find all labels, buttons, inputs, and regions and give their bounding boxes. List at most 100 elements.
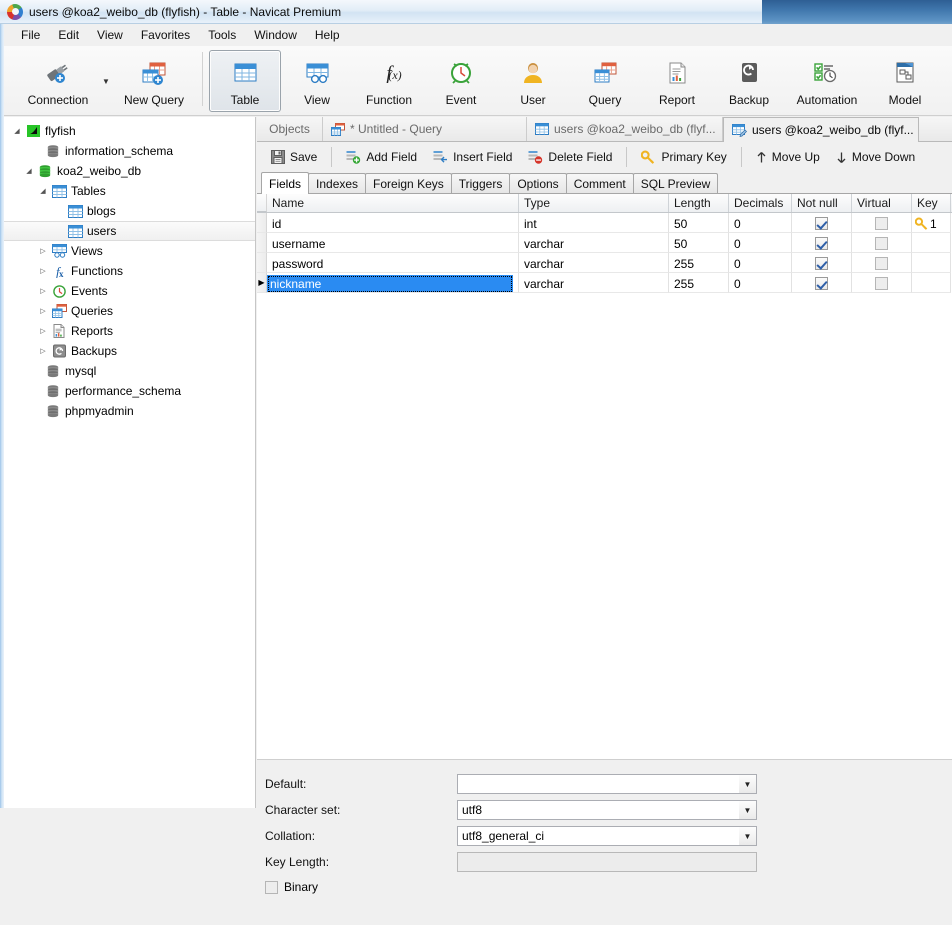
subtab-triggers[interactable]: Triggers [450, 173, 511, 193]
insert-field-button[interactable]: Insert Field [425, 145, 520, 169]
row-selector[interactable] [257, 253, 267, 273]
virtual-checkbox[interactable] [875, 277, 888, 290]
subtab-foreign-keys[interactable]: Foreign Keys [365, 173, 452, 193]
sidebar-item-tables[interactable]: ◢ Tables [4, 181, 255, 201]
toolbar-connection-button[interactable]: Connection [16, 50, 100, 112]
cell-field-decimals[interactable]: 0 [729, 253, 792, 273]
cell-field-not-null[interactable] [792, 273, 852, 293]
chevron-down-icon[interactable]: ▼ [739, 827, 756, 845]
cell-field-name[interactable]: nickname [267, 273, 519, 293]
save-button[interactable]: Save [263, 145, 325, 169]
cell-field-key[interactable] [912, 273, 951, 293]
expander-collapsed-icon[interactable]: ▷ [36, 287, 50, 295]
cell-field-decimals[interactable]: 0 [729, 233, 792, 253]
expander-collapsed-icon[interactable]: ▷ [36, 307, 50, 315]
toolbar-report-button[interactable]: Report [641, 50, 713, 112]
expander-expanded-icon[interactable]: ◢ [22, 167, 36, 175]
expander-collapsed-icon[interactable]: ▷ [36, 267, 50, 275]
toolbar-user-button[interactable]: User [497, 50, 569, 112]
tab-objects[interactable]: Objects [257, 117, 323, 141]
cell-field-length[interactable]: 255 [669, 253, 729, 273]
sidebar-item-functions[interactable]: ▷ f x Functions [4, 261, 255, 281]
menu-file[interactable]: File [12, 26, 49, 45]
cell-field-type[interactable]: int [519, 213, 669, 233]
subtab-sql-preview[interactable]: SQL Preview [632, 173, 719, 193]
delete-field-button[interactable]: Delete Field [520, 145, 620, 169]
column-header-type[interactable]: Type [519, 194, 669, 212]
row-selector[interactable] [257, 213, 267, 233]
expander-expanded-icon[interactable]: ◢ [10, 127, 24, 135]
cell-field-name[interactable]: username [267, 233, 519, 253]
row-selector[interactable]: ▶ [257, 273, 267, 293]
chevron-down-icon[interactable]: ▼ [739, 775, 756, 793]
menu-edit[interactable]: Edit [49, 26, 88, 45]
column-header-decimals[interactable]: Decimals [729, 194, 792, 212]
tab-users-table-data[interactable]: users @koa2_weibo_db (flyf... [527, 117, 723, 141]
menu-help[interactable]: Help [306, 26, 349, 45]
tab-untitled-query[interactable]: * Untitled - Query [323, 117, 527, 141]
cell-field-not-null[interactable] [792, 253, 852, 273]
not-null-checkbox[interactable] [815, 237, 828, 250]
cell-field-name[interactable]: password [267, 253, 519, 273]
subtab-fields[interactable]: Fields [261, 172, 310, 194]
table-row[interactable]: ▶ nickname varchar 255 0 [257, 273, 952, 293]
character-set-dropdown[interactable]: utf8 ▼ [457, 800, 757, 820]
cell-field-virtual[interactable] [852, 213, 912, 233]
cell-field-length[interactable]: 50 [669, 213, 729, 233]
expander-collapsed-icon[interactable]: ▷ [36, 347, 50, 355]
move-up-button[interactable]: Move Up [748, 145, 828, 169]
toolbar-model-button[interactable]: Model [869, 50, 941, 112]
subtab-comment[interactable]: Comment [565, 173, 634, 193]
column-header-name[interactable]: Name [267, 194, 519, 212]
cell-field-virtual[interactable] [852, 233, 912, 253]
subtab-options[interactable]: Options [509, 173, 567, 193]
toolbar-automation-button[interactable]: Automation [785, 50, 869, 112]
fields-grid[interactable]: Name Type Length Decimals Not null Virtu… [257, 194, 952, 760]
cell-field-virtual[interactable] [852, 273, 912, 293]
sidebar-item-information-schema[interactable]: information_schema [4, 141, 255, 161]
cell-field-type[interactable]: varchar [519, 233, 669, 253]
expander-expanded-icon[interactable]: ◢ [36, 187, 50, 195]
cell-field-type[interactable]: varchar [519, 253, 669, 273]
sidebar-item-blogs[interactable]: blogs [4, 201, 255, 221]
menu-favorites[interactable]: Favorites [132, 26, 199, 45]
chevron-down-icon[interactable]: ▼ [739, 801, 756, 819]
virtual-checkbox[interactable] [875, 257, 888, 270]
cell-field-key[interactable] [912, 253, 951, 273]
not-null-checkbox[interactable] [815, 217, 828, 230]
cell-field-length[interactable]: 255 [669, 273, 729, 293]
column-header-virtual[interactable]: Virtual [852, 194, 912, 212]
sidebar-item-queries[interactable]: ▷ Queries [4, 301, 255, 321]
cell-field-decimals[interactable]: 0 [729, 273, 792, 293]
not-null-checkbox[interactable] [815, 277, 828, 290]
field-name-input[interactable]: nickname [267, 274, 513, 292]
not-null-checkbox[interactable] [815, 257, 828, 270]
cell-field-not-null[interactable] [792, 213, 852, 233]
sidebar-item-views[interactable]: ▷ Views [4, 241, 255, 261]
sidebar-item-mysql[interactable]: mysql [4, 361, 255, 381]
cell-field-key[interactable]: 1 [912, 213, 951, 233]
sidebar-item-reports[interactable]: ▷ Reports [4, 321, 255, 341]
tab-users-table-design[interactable]: users @koa2_weibo_db (flyf... [723, 117, 919, 142]
toolbar-view-button[interactable]: View [281, 50, 353, 112]
table-row[interactable]: id int 50 0 1 [257, 213, 952, 233]
key-length-input[interactable] [457, 852, 757, 872]
sidebar-item-backups[interactable]: ▷ Backups [4, 341, 255, 361]
cell-field-length[interactable]: 50 [669, 233, 729, 253]
sidebar-item-phpmyadmin[interactable]: phpmyadmin [4, 401, 255, 421]
virtual-checkbox[interactable] [875, 217, 888, 230]
table-row[interactable]: password varchar 255 0 [257, 253, 952, 273]
row-selector[interactable] [257, 233, 267, 253]
toolbar-new-query-button[interactable]: New Query [112, 50, 196, 112]
toolbar-table-button[interactable]: Table [209, 50, 281, 112]
expander-collapsed-icon[interactable]: ▷ [36, 247, 50, 255]
sidebar-item-users[interactable]: users [4, 221, 255, 241]
menu-window[interactable]: Window [245, 26, 306, 45]
add-field-button[interactable]: Add Field [338, 145, 425, 169]
move-down-button[interactable]: Move Down [828, 145, 923, 169]
property-row-binary[interactable]: Binary [265, 875, 952, 899]
connection-dropdown-caret-icon[interactable]: ▼ [100, 50, 112, 112]
cell-field-key[interactable] [912, 233, 951, 253]
column-header-not-null[interactable]: Not null [792, 194, 852, 212]
subtab-indexes[interactable]: Indexes [308, 173, 367, 193]
